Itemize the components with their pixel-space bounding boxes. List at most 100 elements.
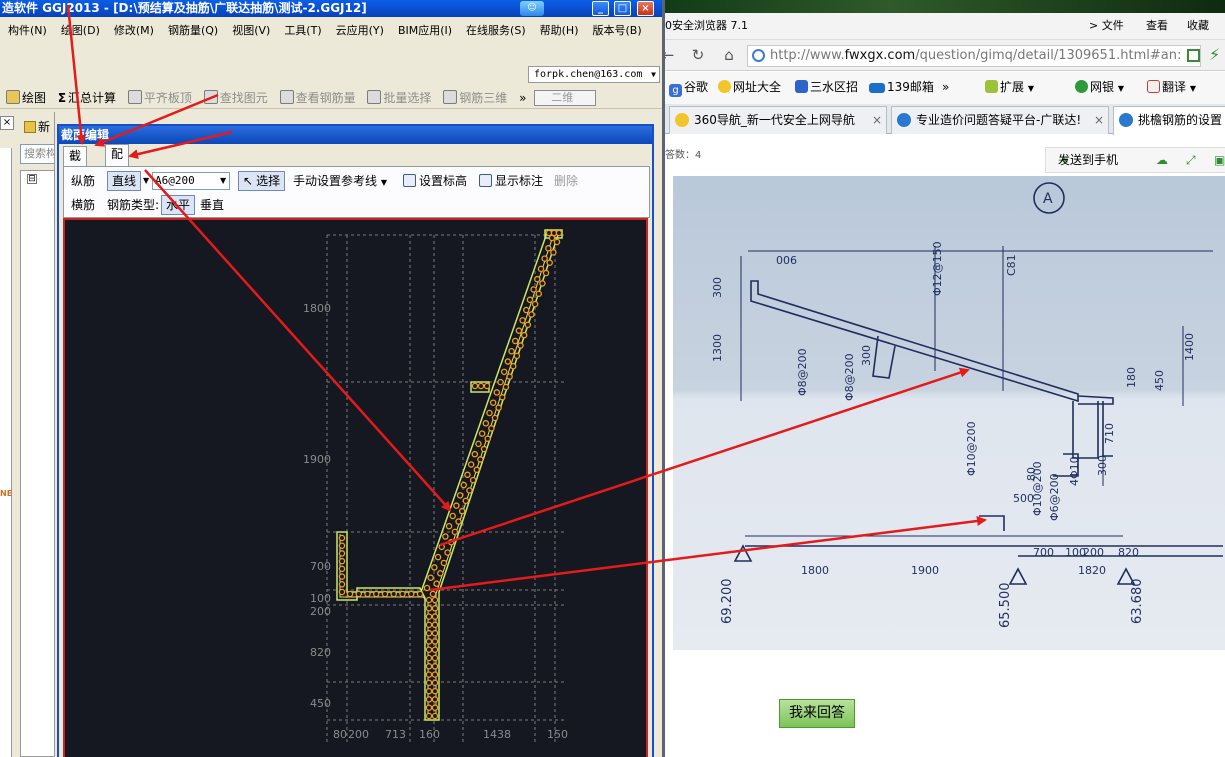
bookmark-sanshui[interactable]: 三水区招 <box>795 72 858 102</box>
menu-rebar-qty[interactable]: 钢筋量(Q) <box>160 20 224 42</box>
answer-button[interactable]: 我来回答 <box>779 699 855 728</box>
minimize-button[interactable]: _ <box>592 1 609 16</box>
refresh-icon[interactable]: ↻ <box>689 46 707 64</box>
rebar-dot <box>524 321 532 329</box>
url-input[interactable]: http://www.fwxgx.com/question/gimq/detai… <box>747 45 1201 67</box>
chevron-down-icon: ▼ <box>1117 84 1124 93</box>
tab-eave-rebar[interactable]: 挑檐钢筋的设置 <box>1113 106 1225 135</box>
spec-dropdown-icon[interactable]: ▼ <box>220 169 226 193</box>
menu-favorites[interactable]: 收藏 <box>1187 13 1209 39</box>
batch-select-button[interactable]: 批量选择 <box>363 87 435 109</box>
close-icon[interactable]: × <box>1094 107 1104 133</box>
menu-view[interactable]: 视图(V) <box>224 20 276 42</box>
bookmark-google[interactable]: g 谷歌 <box>669 72 708 102</box>
line-type-button[interactable]: 直线 <box>107 171 142 191</box>
rebar-dot <box>431 596 439 604</box>
sum-calc-button[interactable]: Σ 汇总计算 <box>54 87 120 109</box>
rebar-dot <box>550 249 557 256</box>
bookmark-site-directory-label: 网址大全 <box>733 80 782 94</box>
rebar-dot <box>338 573 346 580</box>
tree-collapse-toggle[interactable]: ⊟ <box>27 174 37 184</box>
rebar-dot <box>483 382 491 390</box>
tab-reinforcement[interactable]: 配筋 <box>105 144 130 180</box>
transverse-row: 横筋 钢筋类型: 水平 垂直 <box>64 193 649 217</box>
bookmark-extensions[interactable]: 扩展 ▼ <box>985 72 1034 104</box>
rebar-dot <box>471 382 479 390</box>
section-drawing-canvas[interactable]: 1800 1900 700 100 200 820 450 80 200 713… <box>63 218 648 757</box>
browser-window: 0安全浏览器 7.1 > 文件 查看 收藏 ← ↻ ⌂ http://www.f… <box>662 0 1225 757</box>
rebar-dot <box>526 296 534 304</box>
rebar-dot <box>425 712 433 720</box>
bookmark-netbank[interactable]: 网银 ▼ <box>1075 72 1124 104</box>
home-icon[interactable]: ⌂ <box>720 46 738 64</box>
rebar-dot <box>437 570 444 577</box>
fullscreen-icon[interactable]: ⤢ <box>1186 148 1196 172</box>
cloud-icon[interactable]: ☁ <box>1156 148 1168 172</box>
draw-tool-label: 绘图 <box>22 91 47 105</box>
bookmarks-overflow[interactable]: » <box>942 72 949 102</box>
menu-draw[interactable]: 绘图(D) <box>53 20 106 42</box>
globe-icon <box>752 49 765 62</box>
rebar-dot <box>455 518 462 525</box>
rebar-dot <box>495 404 502 411</box>
lightning-icon[interactable]: ⚡ <box>1209 45 1220 64</box>
menu-online-service[interactable]: 在线服务(S) <box>458 20 532 42</box>
menu-file[interactable]: > 文件 <box>1089 13 1124 39</box>
component-search-input[interactable]: 搜索构 <box>20 144 54 164</box>
construction-drawing-svg: A 006 300 1300 Φ12@150 C81 Φ8@200 300 Φ8… <box>673 176 1225 650</box>
vertical-button[interactable]: 垂直 <box>200 193 224 217</box>
bookmark-139mail[interactable]: 139邮箱 <box>869 72 934 102</box>
flush-slab-button[interactable]: 平齐板顶 <box>124 87 196 109</box>
window-icon[interactable]: ▣ <box>1214 148 1225 172</box>
rebar-dot <box>537 265 545 273</box>
rebar-dot <box>346 590 354 598</box>
close-icon[interactable]: × <box>872 107 882 133</box>
rebar-dot <box>469 476 477 484</box>
close-button[interactable]: × <box>637 1 654 16</box>
menu-version[interactable]: 版本号(B) <box>584 20 647 42</box>
longitudinal-label: 纵筋 <box>71 174 96 188</box>
view-rebar-qty-button[interactable]: 查看钢筋量 <box>276 87 360 109</box>
menu-component[interactable]: 构件(N) <box>0 20 53 42</box>
menu-modify[interactable]: 修改(M) <box>106 20 160 42</box>
tab-glodon-qa[interactable]: 专业造价问题答疑平台-广联达! × <box>891 106 1109 134</box>
back-arrow-icon[interactable]: ← <box>665 46 677 64</box>
horizontal-button[interactable]: 水平 <box>161 195 196 215</box>
tab-360-nav[interactable]: 360导航_新一代安全上网导航 × <box>669 106 887 134</box>
set-elevation-button[interactable]: 设置标高 <box>403 169 467 193</box>
rebar-dot <box>431 663 439 670</box>
draw-tool-button[interactable]: 绘图 <box>0 87 50 109</box>
bookmark-site-directory[interactable]: 网址大全 <box>718 72 781 102</box>
menu-view-browser[interactable]: 查看 <box>1146 13 1168 39</box>
app-logo-icon[interactable]: ☺ <box>520 1 544 16</box>
menu-tools[interactable]: 工具(T) <box>276 20 327 42</box>
select-button[interactable]: ↖ 选择 <box>238 171 286 191</box>
maximize-button[interactable]: □ <box>614 1 631 16</box>
bookmark-translate[interactable]: 翻译 ▼ <box>1147 72 1196 104</box>
rebar-dot <box>425 704 433 711</box>
manual-ref-line-button[interactable]: 手动设置参考线 ▼ <box>293 169 387 195</box>
toolbar-overflow-button[interactable]: » <box>515 87 530 109</box>
line-type-dropdown-icon[interactable]: ▼ <box>143 169 149 193</box>
google-icon: g <box>669 84 682 97</box>
menu-bim[interactable]: BIM应用(I) <box>390 20 458 42</box>
find-element-button[interactable]: 查找图元 <box>200 87 272 109</box>
view-mode-dropdown[interactable]: 二维 <box>534 90 597 106</box>
browser-tab-strip: 360导航_新一代安全上网导航 × 专业造价问题答疑平台-广联达! × 挑檐钢筋的设… <box>665 104 1225 135</box>
tab-section[interactable]: 截面 <box>63 146 88 182</box>
show-label-button[interactable]: 显示标注 <box>479 169 543 193</box>
menu-help[interactable]: 帮助(H) <box>532 20 585 42</box>
drawing-label: 180 <box>1125 367 1138 388</box>
rebar-spec-input[interactable]: A6@200 <box>152 172 230 190</box>
delete-button[interactable]: 删除 <box>554 169 578 193</box>
side-close-button[interactable]: × <box>0 116 14 130</box>
new-button[interactable]: 新 <box>24 118 50 135</box>
user-account-dropdown[interactable]: forpk.chen@163.com ▼ <box>528 66 660 83</box>
address-bar-row: ← ↻ ⌂ http://www.fwxgx.com/question/gimq… <box>665 39 1225 71</box>
drawing-label: C81 <box>1005 254 1018 276</box>
rebar-dot <box>473 466 481 474</box>
qr-code-icon[interactable] <box>1187 49 1200 62</box>
rebar-dot <box>542 269 550 277</box>
menu-cloud[interactable]: 云应用(Y) <box>328 20 390 42</box>
rebar-3d-button[interactable]: 钢筋三维 <box>439 87 511 109</box>
